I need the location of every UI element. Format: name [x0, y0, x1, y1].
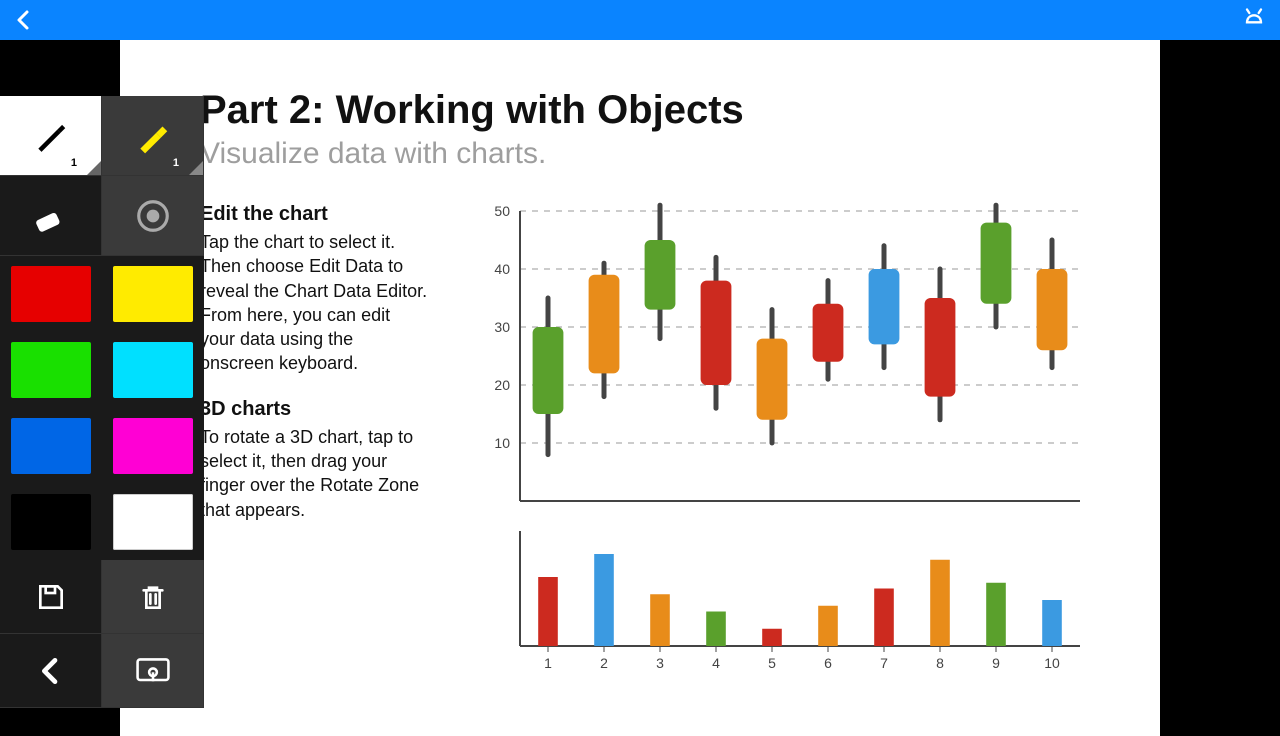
chart-area[interactable]: 10 20 30 40 50 1 2 3 4 5 6 7 8 9 10: [470, 201, 1090, 681]
svg-text:2: 2: [600, 655, 608, 671]
save-icon: [35, 581, 67, 613]
svg-text:8: 8: [936, 655, 944, 671]
svg-text:3: 3: [656, 655, 664, 671]
color-swatch[interactable]: [113, 266, 193, 322]
page-subtitle: Visualize data with charts.: [200, 137, 1080, 171]
save-button[interactable]: [0, 560, 102, 634]
back-chevron-icon[interactable]: [12, 8, 36, 32]
color-swatch[interactable]: [113, 342, 193, 398]
pen-tool[interactable]: 1: [0, 96, 102, 176]
android-robot-icon[interactable]: [1240, 6, 1268, 34]
instruction-column: Edit the chart Tap the chart to select i…: [200, 201, 430, 681]
svg-text:20: 20: [494, 377, 510, 393]
touch-icon: [135, 655, 171, 687]
section-paragraph: Tap the chart to select it. Then choose …: [200, 230, 430, 376]
highlighter-tool[interactable]: 1: [102, 96, 204, 176]
pointer-tool[interactable]: [102, 176, 204, 256]
highlighter-size-label: 1: [173, 157, 179, 169]
candlestick-chart: 10 20 30 40 50: [470, 201, 1090, 521]
svg-text:50: 50: [494, 203, 510, 219]
color-swatch[interactable]: [11, 266, 91, 322]
svg-text:1: 1: [544, 655, 552, 671]
delete-button[interactable]: [102, 560, 204, 634]
svg-text:30: 30: [494, 319, 510, 335]
annotation-toolbar: 1 1: [0, 96, 204, 708]
section-heading: 3D charts: [200, 396, 430, 423]
touch-mode-button[interactable]: [102, 634, 204, 708]
svg-text:7: 7: [880, 655, 888, 671]
top-bar: [0, 0, 1280, 40]
color-swatch[interactable]: [11, 342, 91, 398]
prev-button[interactable]: [0, 634, 102, 708]
document-page: Part 2: Working with Objects Visualize d…: [120, 40, 1160, 736]
eraser-tool[interactable]: [0, 176, 102, 256]
bar-chart: 1 2 3 4 5 6 7 8 9 10: [470, 526, 1090, 676]
svg-text:6: 6: [824, 655, 832, 671]
svg-text:40: 40: [494, 261, 510, 277]
svg-text:4: 4: [712, 655, 720, 671]
svg-text:10: 10: [1044, 655, 1060, 671]
color-palette: [0, 256, 204, 560]
svg-text:10: 10: [494, 435, 510, 451]
section-heading: Edit the chart: [200, 201, 430, 228]
color-swatch[interactable]: [11, 494, 91, 550]
color-swatch[interactable]: [113, 418, 193, 474]
svg-text:5: 5: [768, 655, 776, 671]
section-paragraph: To rotate a 3D chart, tap to select it, …: [200, 425, 430, 522]
svg-text:9: 9: [992, 655, 1000, 671]
color-swatch[interactable]: [113, 494, 193, 550]
page-title: Part 2: Working with Objects: [200, 88, 1080, 133]
chevron-left-icon: [35, 655, 67, 687]
color-swatch[interactable]: [11, 418, 91, 474]
pen-size-label: 1: [71, 157, 77, 169]
trash-icon: [137, 581, 169, 613]
